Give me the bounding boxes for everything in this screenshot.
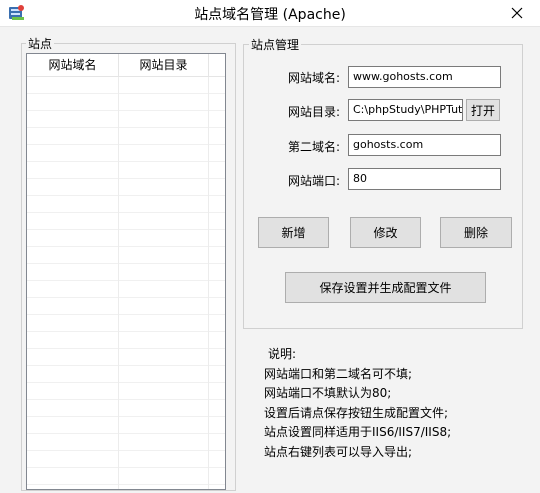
settings-group-legend: 站点管理 — [249, 36, 302, 53]
app-window: 站点域名管理 (Apache) 站点 网站域名 网站目录 站点管理 网站域名: … — [0, 0, 540, 493]
close-icon — [511, 7, 523, 19]
close-button[interactable] — [494, 0, 540, 26]
sites-list-header: 网站域名 网站目录 — [27, 54, 225, 77]
second-domain-input[interactable]: gohosts.com — [348, 134, 501, 156]
sites-group-legend: 站点 — [26, 35, 55, 52]
window-title: 站点域名管理 (Apache) — [194, 7, 346, 23]
edit-button[interactable]: 修改 — [350, 217, 421, 248]
delete-button[interactable]: 删除 — [440, 217, 512, 248]
port-label: 网站端口: — [287, 174, 340, 188]
open-directory-button[interactable]: 打开 — [466, 99, 500, 121]
directory-input[interactable]: C:\phpStudy\PHPTutorial\WWW — [348, 99, 463, 121]
notes-line: 网站端口和第二域名可不填; — [264, 366, 413, 381]
title-bar[interactable]: 站点域名管理 (Apache) — [0, 0, 540, 27]
sites-list[interactable]: 网站域名 网站目录 — [26, 53, 226, 490]
domain-label: 网站域名: — [287, 71, 340, 85]
add-button[interactable]: 新增 — [258, 217, 329, 248]
second-domain-label: 第二域名: — [287, 140, 340, 154]
sites-list-body[interactable] — [27, 77, 225, 489]
notes-line: 站点设置同样适用于IIS6/IIS7/IIS8; — [264, 425, 452, 439]
notes-heading: 说明: — [268, 347, 297, 361]
notes-line: 设置后请点保存按钮生成配置文件; — [264, 405, 449, 420]
column-header-directory[interactable]: 网站目录 — [119, 54, 209, 76]
directory-label: 网站目录: — [287, 105, 340, 119]
notes-line: 网站端口不填默认为80; — [264, 386, 392, 400]
column-header-domain[interactable]: 网站域名 — [27, 54, 119, 76]
domain-input[interactable]: www.gohosts.com — [348, 66, 501, 88]
client-area: 站点 网站域名 网站目录 站点管理 网站域名: www.gohosts.com … — [0, 27, 540, 493]
notes-section: 说明: 网站端口和第二域名可不填; 网站端口不填默认为80; 设置后请点保存按钮… — [264, 345, 451, 462]
port-input[interactable]: 80 — [348, 168, 501, 190]
notes-line: 站点右键列表可以导入导出; — [264, 444, 413, 459]
column-header-filler — [209, 54, 225, 76]
save-generate-config-button[interactable]: 保存设置并生成配置文件 — [285, 272, 486, 303]
